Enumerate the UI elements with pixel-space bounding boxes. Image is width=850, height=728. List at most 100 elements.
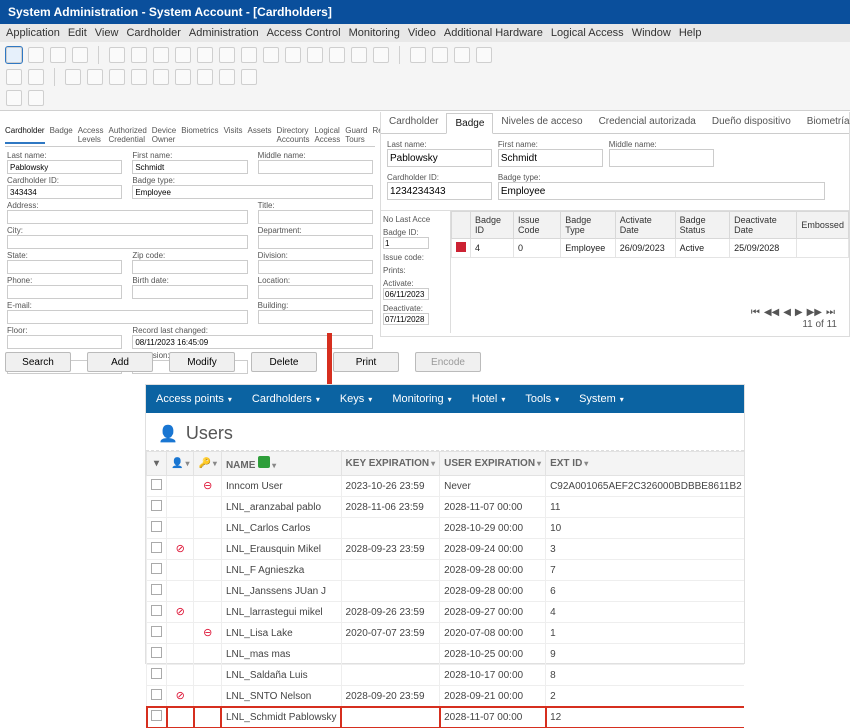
tool-icon[interactable]: [153, 69, 169, 85]
tab-device-owner[interactable]: Device Owner: [152, 126, 176, 144]
menu-window[interactable]: Window: [632, 27, 671, 39]
checkbox[interactable]: [151, 500, 162, 511]
tool-icon[interactable]: [6, 90, 22, 106]
last_name-input[interactable]: [7, 160, 122, 174]
print-button[interactable]: Print: [333, 352, 399, 372]
checkbox[interactable]: [151, 626, 162, 637]
checkbox[interactable]: [151, 479, 162, 490]
user-row[interactable]: ⊘LNL_SNTO Nelson2028-09-20 23:592028-09-…: [147, 686, 745, 707]
tab-cardholder[interactable]: Cardholder: [381, 112, 446, 133]
first-name-input[interactable]: [498, 149, 603, 167]
cell-select[interactable]: [147, 581, 167, 602]
checkbox[interactable]: [151, 563, 162, 574]
user-row[interactable]: ⊘LNL_Erausquin Mikel2028-09-23 23:592028…: [147, 539, 745, 560]
phone-input[interactable]: [7, 285, 122, 299]
menu-access-control[interactable]: Access Control: [267, 27, 341, 39]
col-key-exp[interactable]: KEY EXPIRATION▾: [341, 452, 440, 476]
menu-logical-access[interactable]: Logical Access: [551, 27, 624, 39]
tool-icon[interactable]: [131, 47, 147, 63]
checkbox[interactable]: [151, 710, 162, 721]
tool-icon[interactable]: [131, 69, 147, 85]
tab-directory-accounts[interactable]: Directory Accounts: [277, 126, 310, 144]
checkbox[interactable]: [151, 689, 162, 700]
user-row[interactable]: LNL_aranzabal pablo2028-11-06 23:592028-…: [147, 497, 745, 518]
menu-monitoring[interactable]: Monitoring: [349, 27, 400, 39]
tab-guard-tours[interactable]: Guard Tours: [345, 126, 367, 144]
tool-icon[interactable]: [410, 47, 426, 63]
menu-view[interactable]: View: [95, 27, 119, 39]
tool-icon[interactable]: [263, 47, 279, 63]
tool-icon[interactable]: [72, 47, 88, 63]
building-input[interactable]: [258, 310, 373, 324]
menu-video[interactable]: Video: [408, 27, 436, 39]
user-row[interactable]: LNL_mas mas2028-10-25 00:009100: [147, 644, 745, 665]
tool-icon[interactable]: [476, 47, 492, 63]
tab-badge[interactable]: Badge: [50, 126, 73, 144]
checkbox[interactable]: [151, 521, 162, 532]
col-name[interactable]: NAME ▾: [221, 452, 341, 476]
address-input[interactable]: [7, 210, 248, 224]
email-input[interactable]: [7, 310, 248, 324]
middle-name-input[interactable]: [609, 149, 714, 167]
col-ext[interactable]: EXT ID▾: [546, 452, 744, 476]
pager-controls[interactable]: ⏮◀◀◀▶▶▶⏭: [749, 307, 837, 319]
cell-select[interactable]: [147, 623, 167, 644]
user-row[interactable]: ⊖Inncom User2023-10-26 23:59NeverC92A001…: [147, 476, 745, 497]
menu-additional-hardware[interactable]: Additional Hardware: [444, 27, 543, 39]
cardholder_id-input[interactable]: [7, 185, 122, 199]
menu-administration[interactable]: Administration: [189, 27, 259, 39]
tab-badge[interactable]: Badge: [446, 113, 493, 134]
tab-credencial-autorizada[interactable]: Credencial autorizada: [591, 112, 704, 133]
user-row[interactable]: LNL_Janssens JUan J2028-09-28 00:00670: [147, 581, 745, 602]
tool-icon[interactable]: [241, 69, 257, 85]
tool-icon[interactable]: [28, 69, 44, 85]
col-user-exp[interactable]: USER EXPIRATION▾: [440, 452, 546, 476]
badge-col[interactable]: Badge ID: [471, 212, 514, 239]
user-row[interactable]: LNL_Schmidt Pablowsky2028-11-07 00:00121…: [147, 707, 745, 728]
last-name-input[interactable]: [387, 149, 492, 167]
tab-dueño-dispositivo[interactable]: Dueño dispositivo: [704, 112, 799, 133]
cell-select[interactable]: [147, 539, 167, 560]
menu-application[interactable]: Application: [6, 27, 60, 39]
badge-col[interactable]: Activate Date: [615, 212, 675, 239]
floor-input[interactable]: [7, 335, 122, 349]
tool-icon[interactable]: [307, 47, 323, 63]
cell-select[interactable]: [147, 518, 167, 539]
badge-col[interactable]: Badge Type: [561, 212, 615, 239]
title-input[interactable]: [258, 210, 373, 224]
tool-icon[interactable]: [454, 47, 470, 63]
tool-icon[interactable]: [87, 69, 103, 85]
nav-hotel[interactable]: Hotel▾: [462, 385, 516, 413]
user-row[interactable]: LNL_Saldaña Luis2028-10-17 00:00890: [147, 665, 745, 686]
badge-id-input[interactable]: [383, 237, 429, 249]
cell-select[interactable]: [147, 686, 167, 707]
tab-assets[interactable]: Assets: [248, 126, 272, 144]
tool-zoom-icon[interactable]: [6, 47, 22, 63]
deactivate-input[interactable]: [383, 313, 429, 325]
badge-col[interactable]: Deactivate Date: [730, 212, 797, 239]
menu-cardholder[interactable]: Cardholder: [126, 27, 180, 39]
tool-icon[interactable]: [109, 47, 125, 63]
menu-edit[interactable]: Edit: [68, 27, 87, 39]
tab-niveles-de-acceso[interactable]: Niveles de acceso: [493, 112, 590, 133]
record-input[interactable]: [132, 335, 373, 349]
delete-button[interactable]: Delete: [251, 352, 317, 372]
tool-icon[interactable]: [6, 69, 22, 85]
search-button[interactable]: Search: [5, 352, 71, 372]
tool-icon[interactable]: [197, 47, 213, 63]
birth-input[interactable]: [132, 285, 247, 299]
middle_name-input[interactable]: [258, 160, 373, 174]
badge-col[interactable]: [452, 212, 471, 239]
city-input[interactable]: [7, 235, 248, 249]
tab-logical-access[interactable]: Logical Access: [314, 126, 340, 144]
modify-button[interactable]: Modify: [169, 352, 235, 372]
cell-select[interactable]: [147, 497, 167, 518]
checkbox[interactable]: [151, 542, 162, 553]
tool-icon[interactable]: [175, 47, 191, 63]
tab-biometrics[interactable]: Biometrics: [181, 126, 218, 144]
zip-input[interactable]: [132, 260, 247, 274]
tab-authorized-credential[interactable]: Authorized Credential: [109, 126, 147, 144]
checkbox[interactable]: [151, 647, 162, 658]
add-button[interactable]: Add: [87, 352, 153, 372]
nav-monitoring[interactable]: Monitoring▾: [382, 385, 461, 413]
